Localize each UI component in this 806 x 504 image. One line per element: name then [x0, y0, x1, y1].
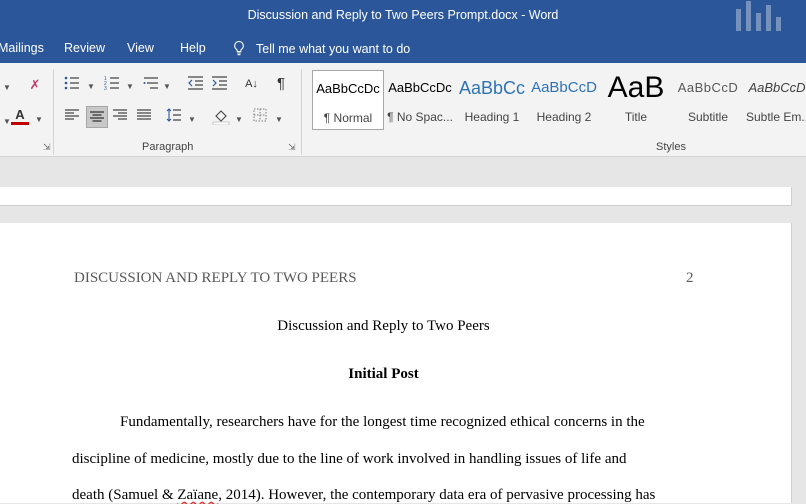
lightbulb-icon	[234, 40, 244, 56]
style-preview: AaBbCc	[458, 78, 526, 98]
font-dropdown-caret[interactable]: ▼	[3, 83, 11, 92]
page-number: 2	[686, 270, 694, 286]
multilevel-list-icon[interactable]	[143, 75, 159, 96]
title-bar: Discussion and Reply to Two Peers Prompt…	[0, 0, 806, 33]
style-heading-1[interactable]: AaBbCc Heading 1	[458, 70, 526, 128]
line-spacing-icon[interactable]	[166, 107, 182, 128]
font-color-icon: A	[15, 107, 25, 122]
previous-page-bottom	[0, 187, 791, 206]
style-preview: AaBbCcD	[677, 80, 739, 95]
highlight-dropdown-caret[interactable]: ▼	[3, 117, 11, 126]
paragraph-group-label: Paragraph	[142, 141, 194, 153]
clear-formatting-icon[interactable]: ✗	[26, 76, 44, 94]
title-bar-decoration	[730, 0, 806, 33]
font-color-swatch	[11, 122, 29, 125]
style-label: ¶ Normal	[323, 111, 373, 125]
ribbon-separator	[53, 69, 54, 155]
ribbon-separator	[301, 69, 302, 155]
style-heading-2[interactable]: AaBbCcD Heading 2	[530, 70, 598, 128]
style-subtitle[interactable]: AaBbCcD Subtitle	[674, 70, 742, 128]
tell-me-box[interactable]: Tell me what you want to do	[232, 40, 410, 56]
decrease-indent-icon[interactable]	[187, 75, 204, 96]
style-normal[interactable]: AaBbCcDc ¶ Normal	[312, 70, 384, 130]
style-label: Heading 1	[464, 110, 520, 124]
align-center-icon	[90, 111, 104, 122]
style-label: Heading 2	[536, 110, 592, 124]
style-label: Subtle Em...	[746, 110, 806, 124]
style-no-spacing[interactable]: AaBbCcDc ¶ No Spac...	[385, 70, 455, 128]
font-color-caret[interactable]: ▼	[35, 115, 43, 124]
style-preview: AaBbCcDc	[388, 80, 452, 95]
section-heading: Initial Post	[348, 366, 419, 382]
tab-review[interactable]: Review	[64, 41, 105, 55]
style-preview: AaBbCcD	[748, 80, 806, 95]
shading-icon[interactable]	[212, 107, 230, 130]
body-line: Fundamentally, researchers have for the …	[120, 414, 645, 430]
body-text: death (Samuel &	[72, 487, 178, 503]
style-preview: AaBbCcDc	[316, 81, 380, 96]
paragraph-dialog-launcher[interactable]: ⇲	[288, 142, 296, 153]
vertical-scrollbar[interactable]	[792, 187, 806, 503]
window-title: Discussion and Reply to Two Peers Prompt…	[247, 8, 559, 22]
styles-group-label: Styles	[656, 141, 686, 153]
numbering-caret[interactable]: ▼	[126, 82, 134, 91]
style-subtle-emphasis[interactable]: AaBbCcD Subtle Em...	[746, 70, 806, 128]
style-label: ¶ No Spac...	[387, 110, 453, 124]
style-preview: AaB	[607, 71, 665, 104]
justify-icon[interactable]	[136, 108, 152, 127]
line-spacing-caret[interactable]: ▼	[188, 115, 196, 124]
shading-caret[interactable]: ▼	[235, 115, 243, 124]
tell-me-text: Tell me what you want to do	[256, 42, 411, 56]
body-text: , 2014). However, the contemporary data …	[218, 487, 656, 503]
tab-view[interactable]: View	[127, 41, 154, 55]
increase-indent-icon[interactable]	[211, 75, 228, 96]
ribbon-tabs: Mailings Review View Help Tell me what y…	[0, 33, 806, 63]
tab-mailings[interactable]: Mailings	[0, 41, 44, 55]
borders-caret[interactable]: ▼	[275, 115, 283, 124]
multilevel-caret[interactable]: ▼	[163, 82, 171, 91]
show-formatting-marks-icon[interactable]: ¶	[274, 75, 288, 93]
align-center-button[interactable]	[86, 106, 108, 128]
font-color-button[interactable]: A	[11, 107, 29, 125]
align-left-icon[interactable]	[64, 108, 80, 127]
font-dialog-launcher[interactable]: ⇲	[43, 142, 51, 153]
style-preview: AaBbCcD	[531, 79, 597, 96]
svg-text:3: 3	[104, 86, 107, 91]
body-line: discipline of medicine, mostly due to th…	[72, 451, 627, 467]
body-line: death (Samuel & Zaïane, 2014). However, …	[72, 487, 655, 504]
document-title: Discussion and Reply to Two Peers	[277, 318, 490, 334]
align-right-icon[interactable]	[112, 108, 128, 127]
borders-icon[interactable]	[252, 107, 268, 128]
document-background	[0, 157, 806, 187]
document-page[interactable]: DISCUSSION AND REPLY TO TWO PEERS 2 Disc…	[0, 223, 792, 503]
bullets-caret[interactable]: ▼	[87, 82, 95, 91]
numbering-icon[interactable]: 123	[104, 75, 120, 96]
style-label: Subtitle	[687, 110, 729, 124]
tab-help[interactable]: Help	[180, 41, 206, 55]
sort-icon[interactable]: A↓	[243, 75, 260, 93]
spelling-flagged-word[interactable]: Zaïane	[177, 487, 218, 503]
bullets-icon[interactable]	[64, 75, 80, 96]
running-head: DISCUSSION AND REPLY TO TWO PEERS	[74, 270, 357, 286]
style-title[interactable]: AaB Title	[602, 70, 670, 128]
ribbon: ▼ ✗ ▼ A ▼ ⇲ ▼ 123 ▼ ▼ A↓ ¶ ▼ ▼ ▼ Paragra…	[0, 63, 806, 157]
style-label: Title	[624, 110, 648, 124]
